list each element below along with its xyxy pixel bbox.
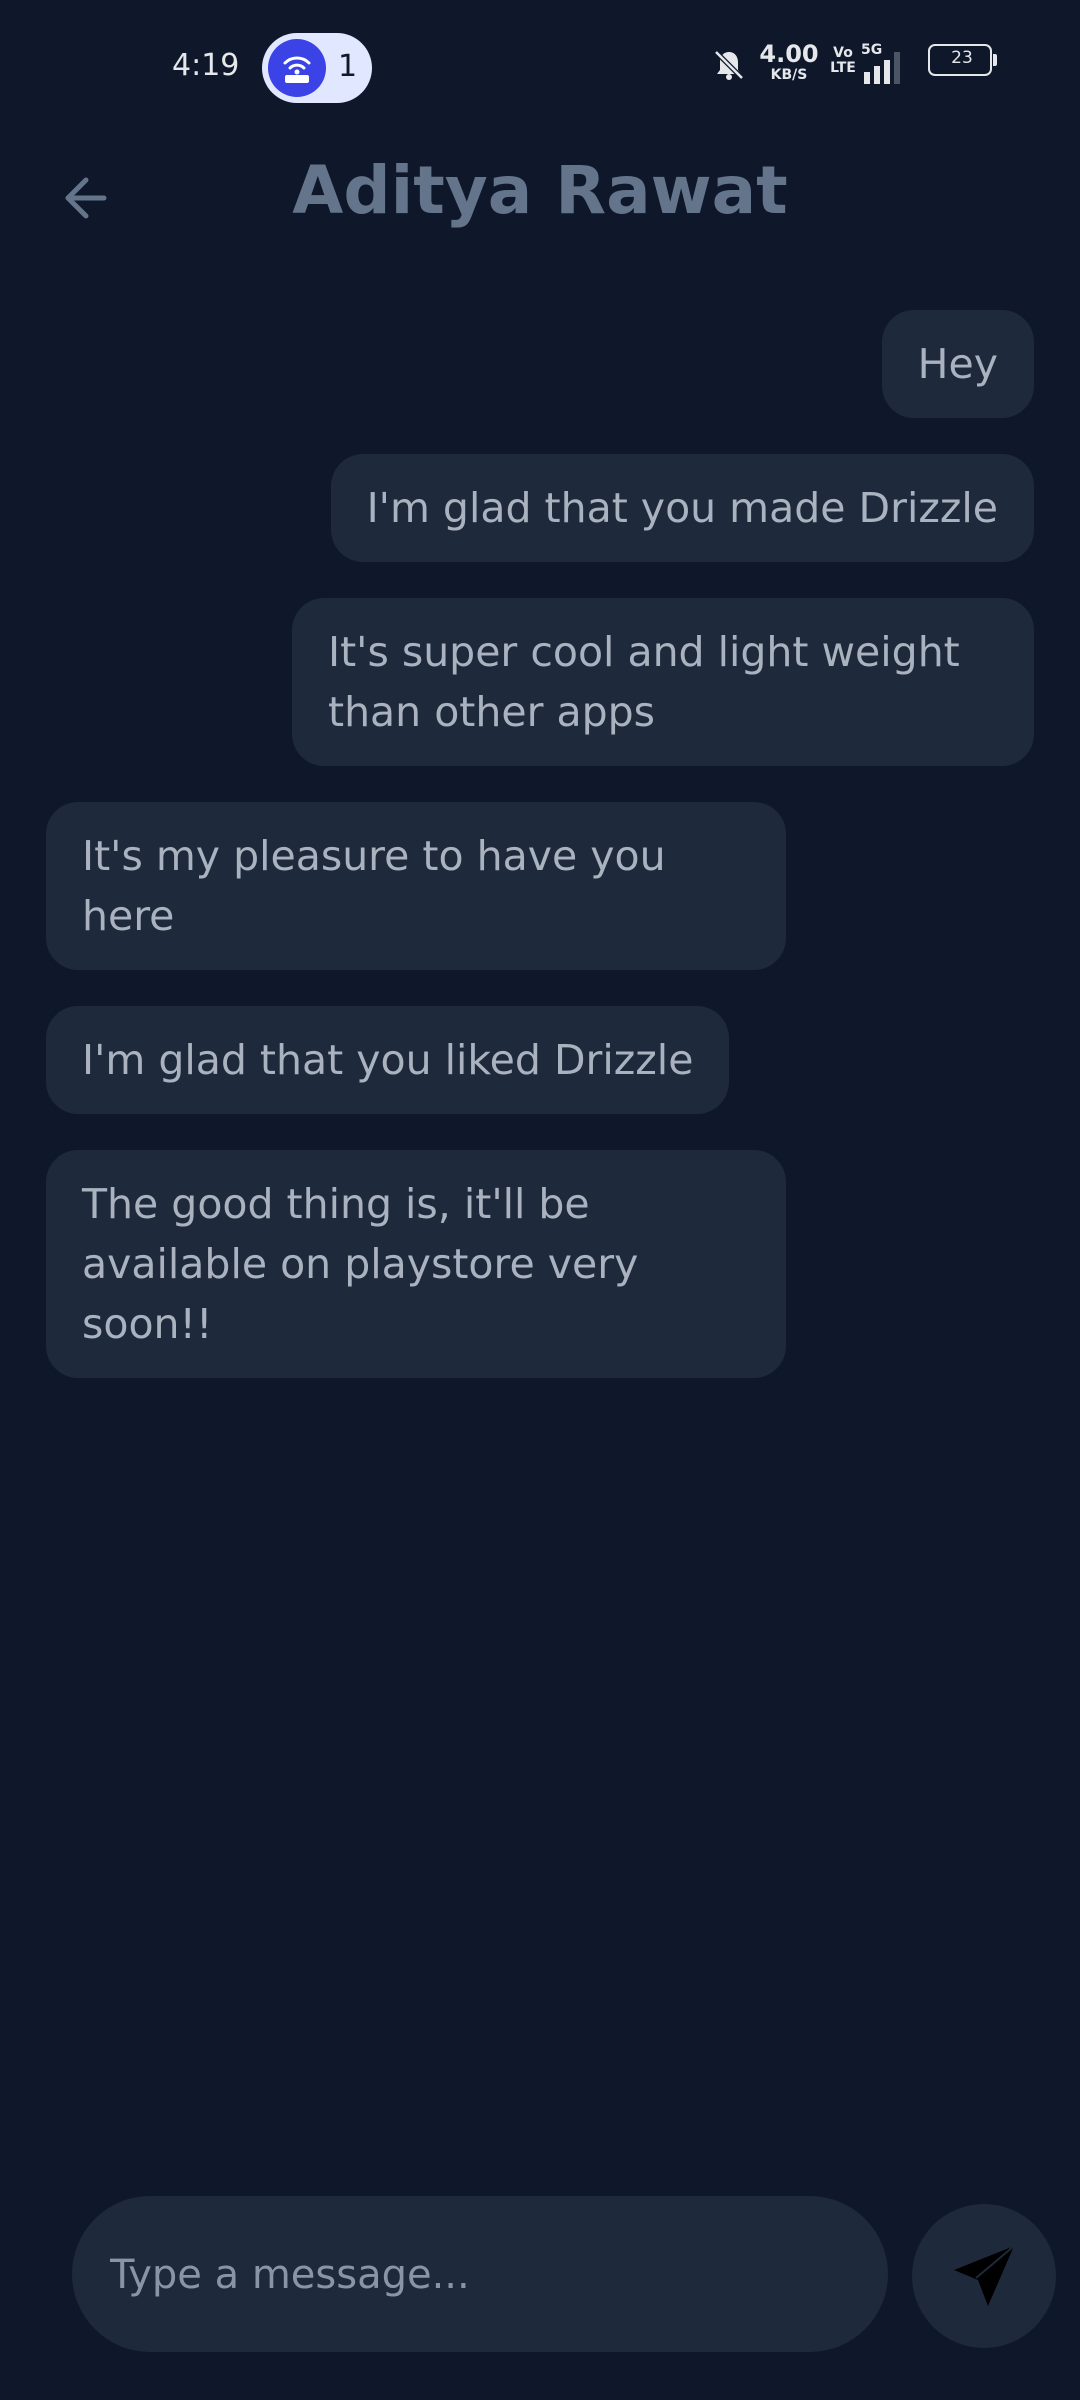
status-bar: 4:19 1 4.00 KB/S Vo LTE 5G 23 [0, 0, 1080, 130]
send-button[interactable] [912, 2204, 1056, 2348]
hotspot-indicator[interactable]: 1 [262, 33, 372, 103]
network-speed: 4.00 KB/S [758, 42, 820, 82]
send-icon [954, 2245, 1015, 2306]
contact-name: Aditya Rawat [292, 152, 788, 229]
message-bubble-received[interactable]: The good thing is, it'll be available on… [46, 1150, 786, 1378]
signal-icon: 5G [861, 42, 910, 90]
volte-indicator: Vo LTE [830, 45, 856, 77]
battery-level: 23 [951, 48, 973, 68]
chat-header: Aditya Rawat [0, 130, 1080, 260]
volte-top: Vo [833, 45, 853, 61]
message-bubble-sent[interactable]: Hey [881, 310, 1034, 418]
hotspot-count: 1 [338, 49, 358, 84]
message-bubble-sent[interactable]: I'm glad that you made Drizzle [330, 454, 1034, 562]
message-bubble-sent[interactable]: It's super cool and light weight than ot… [292, 598, 1034, 766]
volte-bottom: LTE [830, 60, 856, 77]
network-label: 5G [861, 42, 883, 58]
chat-screen: 4:19 1 4.00 KB/S Vo LTE 5G 23 Aditya Raw… [0, 0, 1080, 2400]
battery-icon: 23 [928, 44, 997, 76]
network-speed-unit: KB/S [770, 67, 808, 83]
message-bubble-received[interactable]: I'm glad that you liked Drizzle [46, 1006, 730, 1114]
network-speed-value: 4.00 [759, 40, 819, 68]
bell-off-icon [712, 48, 746, 86]
status-time: 4:19 [172, 48, 240, 83]
message-bubble-received[interactable]: It's my pleasure to have you here [46, 802, 786, 970]
message-composer [72, 2196, 888, 2354]
hotspot-icon [268, 39, 326, 97]
message-input[interactable] [108, 2196, 852, 2354]
